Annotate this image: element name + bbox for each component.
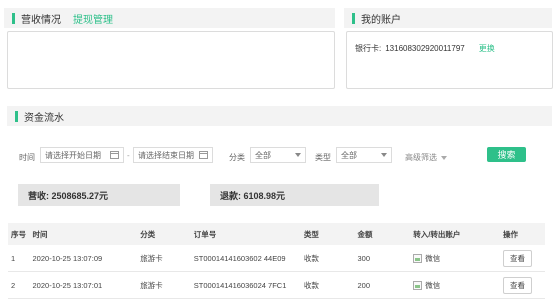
col-type: 类型 [300, 223, 355, 245]
chevron-down-icon [441, 155, 447, 160]
end-date-input[interactable]: 请选择结束日期 [133, 147, 213, 163]
row-amount: 200 [354, 271, 411, 299]
bank-card-number: 131608302920011797 [385, 44, 465, 53]
chevron-down-icon [295, 153, 301, 157]
type-value: 全部 [341, 150, 357, 160]
row-account-label: 微信 [425, 253, 441, 263]
view-button[interactable]: 查看 [503, 276, 532, 294]
calendar-icon [199, 151, 208, 159]
refund-summary: 退款: 6108.98元 [210, 184, 379, 206]
flow-header: 资金流水 [7, 106, 552, 126]
view-button[interactable]: 查看 [503, 249, 532, 267]
time-label: 时间 [19, 153, 35, 162]
advanced-filter-toggle[interactable]: 高级筛选 [405, 152, 447, 163]
type-select[interactable]: 全部 [336, 147, 392, 163]
table-row: 2 2020-10-25 13:07:01 旅游卡 ST000141416036… [8, 271, 545, 299]
accent-bar [352, 12, 355, 24]
row-action: 查看 [500, 271, 545, 299]
broken-image-icon [413, 254, 423, 264]
income-summary: 营收: 2508685.27元 [18, 184, 180, 206]
row-action: 查看 [500, 245, 545, 272]
row-amount: 300 [354, 245, 411, 272]
row-index: 2 [8, 271, 30, 299]
start-date-input[interactable]: 请选择开始日期 [40, 147, 124, 163]
category-label: 分类 [229, 153, 245, 162]
row-time: 2020-10-25 13:07:01 [29, 271, 138, 299]
col-time: 时间 [29, 223, 138, 245]
row-account: 微信 [410, 271, 500, 299]
start-date-placeholder: 请选择开始日期 [45, 150, 101, 160]
row-type: 收款 [300, 245, 355, 272]
chevron-down-icon [381, 153, 387, 157]
search-button[interactable]: 搜索 [487, 147, 526, 162]
change-card-link[interactable]: 更换 [479, 43, 495, 54]
accent-bar [15, 110, 18, 122]
category-select[interactable]: 全部 [250, 147, 306, 163]
account-header: 我的账户 [344, 8, 552, 28]
accent-bar [12, 12, 15, 24]
account-title: 我的账户 [361, 14, 401, 26]
withdraw-manage-link[interactable]: 提现管理 [73, 11, 113, 26]
row-index: 1 [8, 245, 30, 272]
col-category: 分类 [137, 223, 191, 245]
col-account: 转入/转出账户 [410, 223, 500, 245]
table-header-row: 序号 时间 分类 订单号 类型 金额 转入/转出账户 操作 [8, 223, 545, 245]
row-category: 旅游卡 [137, 245, 191, 272]
calendar-icon [110, 151, 119, 159]
type-label: 类型 [315, 153, 331, 162]
row-account-label: 微信 [425, 280, 441, 290]
revenue-title: 营收情况 [21, 14, 61, 26]
row-order: ST00014141603602 44E09 [190, 245, 301, 272]
col-action: 操作 [500, 223, 545, 245]
broken-image-icon [413, 281, 423, 291]
advanced-filter-label: 高级筛选 [405, 153, 437, 162]
category-value: 全部 [255, 150, 271, 160]
row-account: 微信 [410, 245, 500, 272]
bank-card-label: 银行卡: [355, 44, 382, 53]
revenue-panel [7, 31, 335, 89]
revenue-header: 营收情况 提现管理 [4, 8, 335, 28]
end-date-placeholder: 请选择结束日期 [138, 150, 194, 160]
col-amount: 金额 [354, 223, 411, 245]
flow-table: 序号 时间 分类 订单号 类型 金额 转入/转出账户 操作 1 2020-10-… [8, 223, 545, 299]
table-row: 1 2020-10-25 13:07:09 旅游卡 ST000141416036… [8, 245, 545, 272]
row-category: 旅游卡 [137, 271, 191, 299]
row-time: 2020-10-25 13:07:09 [29, 245, 138, 272]
row-type: 收款 [300, 271, 355, 299]
col-order: 订单号 [190, 223, 301, 245]
date-range-separator: - [127, 151, 130, 160]
row-order: ST000141416036024 7FC1 [190, 271, 301, 299]
col-index: 序号 [8, 223, 30, 245]
flow-title: 资金流水 [24, 112, 64, 124]
account-panel: 银行卡: 131608302920011797 更换 [346, 31, 553, 89]
